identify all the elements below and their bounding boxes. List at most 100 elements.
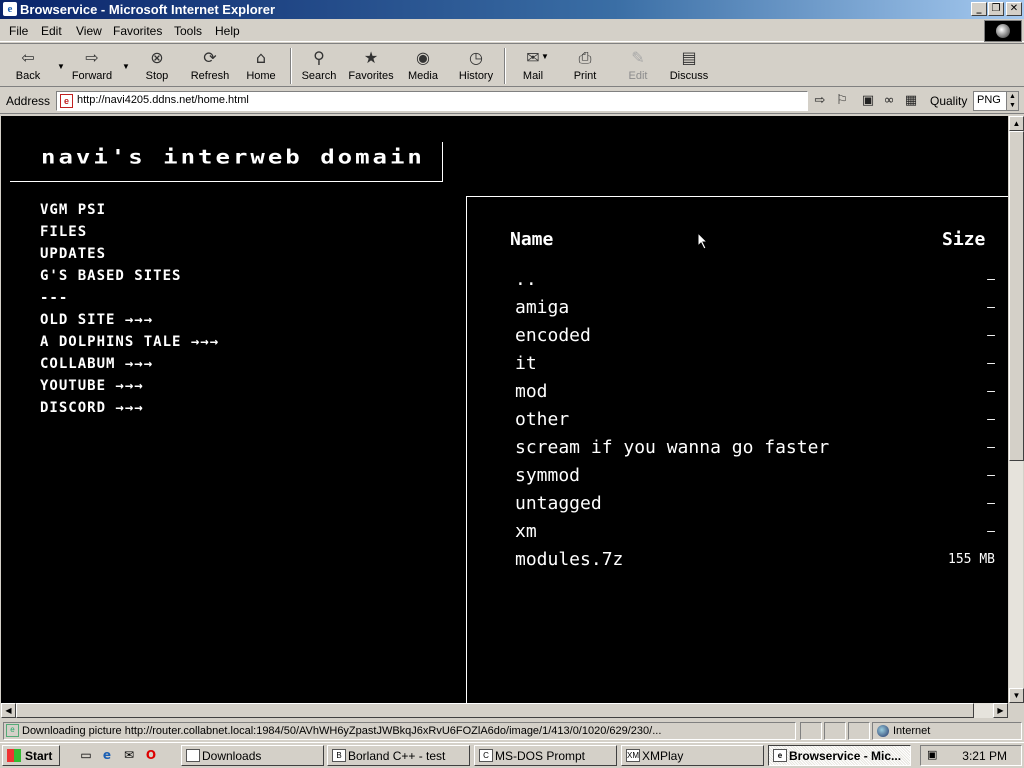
list-item[interactable]: .. – — [515, 269, 995, 297]
quality-select[interactable]: PNG ▲ ▼ — [973, 91, 1019, 111]
view-icon[interactable]: ▣ — [860, 93, 876, 109]
list-item[interactable]: modules.7z 155 MB — [515, 549, 995, 577]
size-column-header[interactable]: Size — [942, 229, 985, 250]
list-item[interactable]: untagged – — [515, 493, 995, 521]
item-name[interactable]: modules.7z — [515, 549, 623, 570]
search-button[interactable]: ⚲ Search — [300, 46, 338, 86]
nav-menu: VGM PSI FILES UPDATES G'S BASED SITES --… — [40, 202, 219, 422]
name-column-header[interactable]: Name — [510, 229, 553, 250]
discuss-button[interactable]: ▤ Discuss — [668, 46, 710, 86]
home-button[interactable]: ⌂ Home — [244, 46, 278, 86]
nav-link-old-site[interactable]: OLD SITE →→→ — [40, 312, 219, 334]
favorites-button[interactable]: ★ Favorites — [346, 46, 396, 86]
close-button[interactable]: ✕ — [1006, 2, 1022, 16]
horizontal-scroll-thumb[interactable] — [16, 703, 974, 718]
task-borland-cpp[interactable]: B Borland C++ - test — [327, 745, 470, 766]
nav-link-updates[interactable]: UPDATES — [40, 246, 219, 268]
print-button[interactable]: ⎙ Print — [570, 46, 600, 86]
scroll-right-icon[interactable]: ▶ — [993, 703, 1008, 718]
list-item[interactable]: scream if you wanna go faster – — [515, 437, 995, 465]
opera-icon[interactable]: O — [143, 747, 159, 763]
nav-link-dolphins-tale[interactable]: A DOLPHINS TALE →→→ — [40, 334, 219, 356]
nav-link-vgm-psi[interactable]: VGM PSI — [40, 202, 219, 224]
list-item[interactable]: amiga – — [515, 297, 995, 325]
search-icon: ⚲ — [313, 48, 325, 67]
forward-dropdown-icon[interactable]: ▼ — [122, 62, 130, 71]
item-name[interactable]: xm — [515, 521, 537, 542]
print-label: Print — [573, 70, 597, 82]
scroll-down-icon[interactable]: ▼ — [1009, 688, 1024, 703]
nav-link-discord[interactable]: DISCORD →→→ — [40, 400, 219, 422]
nav-link-files[interactable]: FILES — [40, 224, 219, 246]
menu-tools[interactable]: Tools — [174, 24, 202, 38]
back-dropdown-icon[interactable]: ▼ — [57, 62, 65, 71]
go-arrow-icon[interactable]: ⇨ — [812, 93, 828, 109]
outlook-express-icon[interactable]: ✉ — [121, 747, 137, 763]
nav-link-youtube[interactable]: YOUTUBE →→→ — [40, 378, 219, 400]
item-size: – — [987, 440, 995, 455]
show-desktop-icon[interactable]: ▭ — [78, 747, 94, 763]
stop-label: Stop — [145, 70, 169, 82]
item-name[interactable]: untagged — [515, 493, 602, 514]
tray-app-icon[interactable]: ▣ — [927, 748, 941, 762]
start-button[interactable]: Start — [2, 745, 60, 766]
nav-link-collabum[interactable]: COLLABUM →→→ — [40, 356, 219, 378]
history-button[interactable]: ◷ History — [456, 46, 496, 86]
search-label: Search — [301, 70, 337, 82]
list-item[interactable]: symmod – — [515, 465, 995, 493]
forward-label: Forward — [71, 70, 113, 82]
refresh-button[interactable]: ⟳ Refresh — [188, 46, 232, 86]
task-ms-dos-prompt[interactable]: C MS-DOS Prompt — [474, 745, 617, 766]
list-item[interactable]: xm – — [515, 521, 995, 549]
mail-dropdown-icon[interactable]: ▼ — [541, 52, 549, 61]
vertical-scroll-thumb[interactable] — [1009, 131, 1024, 461]
menu-file[interactable]: File — [9, 24, 28, 38]
bookmark-icon[interactable]: ⚐ — [834, 93, 850, 109]
item-size: – — [987, 356, 995, 371]
item-name[interactable]: mod — [515, 381, 548, 402]
list-item[interactable]: it – — [515, 353, 995, 381]
item-name[interactable]: it — [515, 353, 537, 374]
menu-favorites[interactable]: Favorites — [113, 24, 162, 38]
menu-edit[interactable]: Edit — [41, 24, 62, 38]
task-label: MS-DOS Prompt — [495, 749, 586, 763]
vertical-scrollbar[interactable]: ▲ ▼ — [1008, 116, 1024, 703]
horizontal-scrollbar[interactable]: ◀ ▶ — [1, 703, 1008, 718]
address-label: Address — [6, 94, 51, 108]
address-input[interactable]: e http://navi4205.ddns.net/home.html — [56, 91, 808, 111]
clock[interactable]: 3:21 PM — [962, 749, 1007, 763]
minimize-button[interactable]: _ — [971, 2, 987, 16]
forward-button[interactable]: ⇨ Forward — [70, 46, 114, 86]
task-label: Borland C++ - test — [348, 749, 446, 763]
title-bar[interactable]: e Browservice - Microsoft Internet Explo… — [0, 0, 1024, 19]
list-item[interactable]: encoded – — [515, 325, 995, 353]
item-name[interactable]: amiga — [515, 297, 569, 318]
task-xmplay[interactable]: XM XMPlay — [621, 745, 764, 766]
item-name[interactable]: scream if you wanna go faster — [515, 437, 829, 458]
menu-help[interactable]: Help — [215, 24, 240, 38]
item-name[interactable]: other — [515, 409, 569, 430]
scroll-left-icon[interactable]: ◀ — [1, 703, 16, 718]
nav-link-gs-based-sites[interactable]: G'S BASED SITES — [40, 268, 219, 290]
scroll-up-icon[interactable]: ▲ — [1009, 116, 1024, 131]
list-item[interactable]: mod – — [515, 381, 995, 409]
security-zone-pane: Internet — [872, 722, 1022, 740]
stop-button[interactable]: ⊗ Stop — [140, 46, 174, 86]
item-size: – — [987, 384, 995, 399]
media-button[interactable]: ◉ Media — [405, 46, 441, 86]
menu-view[interactable]: View — [76, 24, 102, 38]
edit-button[interactable]: ✎ Edit — [624, 46, 652, 86]
internet-explorer-icon[interactable]: e — [99, 747, 115, 763]
globe-icon — [996, 24, 1010, 38]
restore-button[interactable]: ❐ — [988, 2, 1004, 16]
task-downloads[interactable]: Downloads — [181, 745, 324, 766]
item-name[interactable]: symmod — [515, 465, 580, 486]
task-browservice[interactable]: e Browservice - Mic... — [768, 745, 911, 766]
back-button[interactable]: ⇦ Back — [10, 46, 46, 86]
quality-spinner-icon[interactable]: ▲ ▼ — [1006, 92, 1018, 110]
find-binoculars-icon[interactable]: ∞ — [881, 93, 897, 109]
item-name[interactable]: .. — [515, 269, 537, 290]
list-item[interactable]: other – — [515, 409, 995, 437]
clipboard-icon[interactable]: ▦ — [903, 93, 919, 109]
item-name[interactable]: encoded — [515, 325, 591, 346]
